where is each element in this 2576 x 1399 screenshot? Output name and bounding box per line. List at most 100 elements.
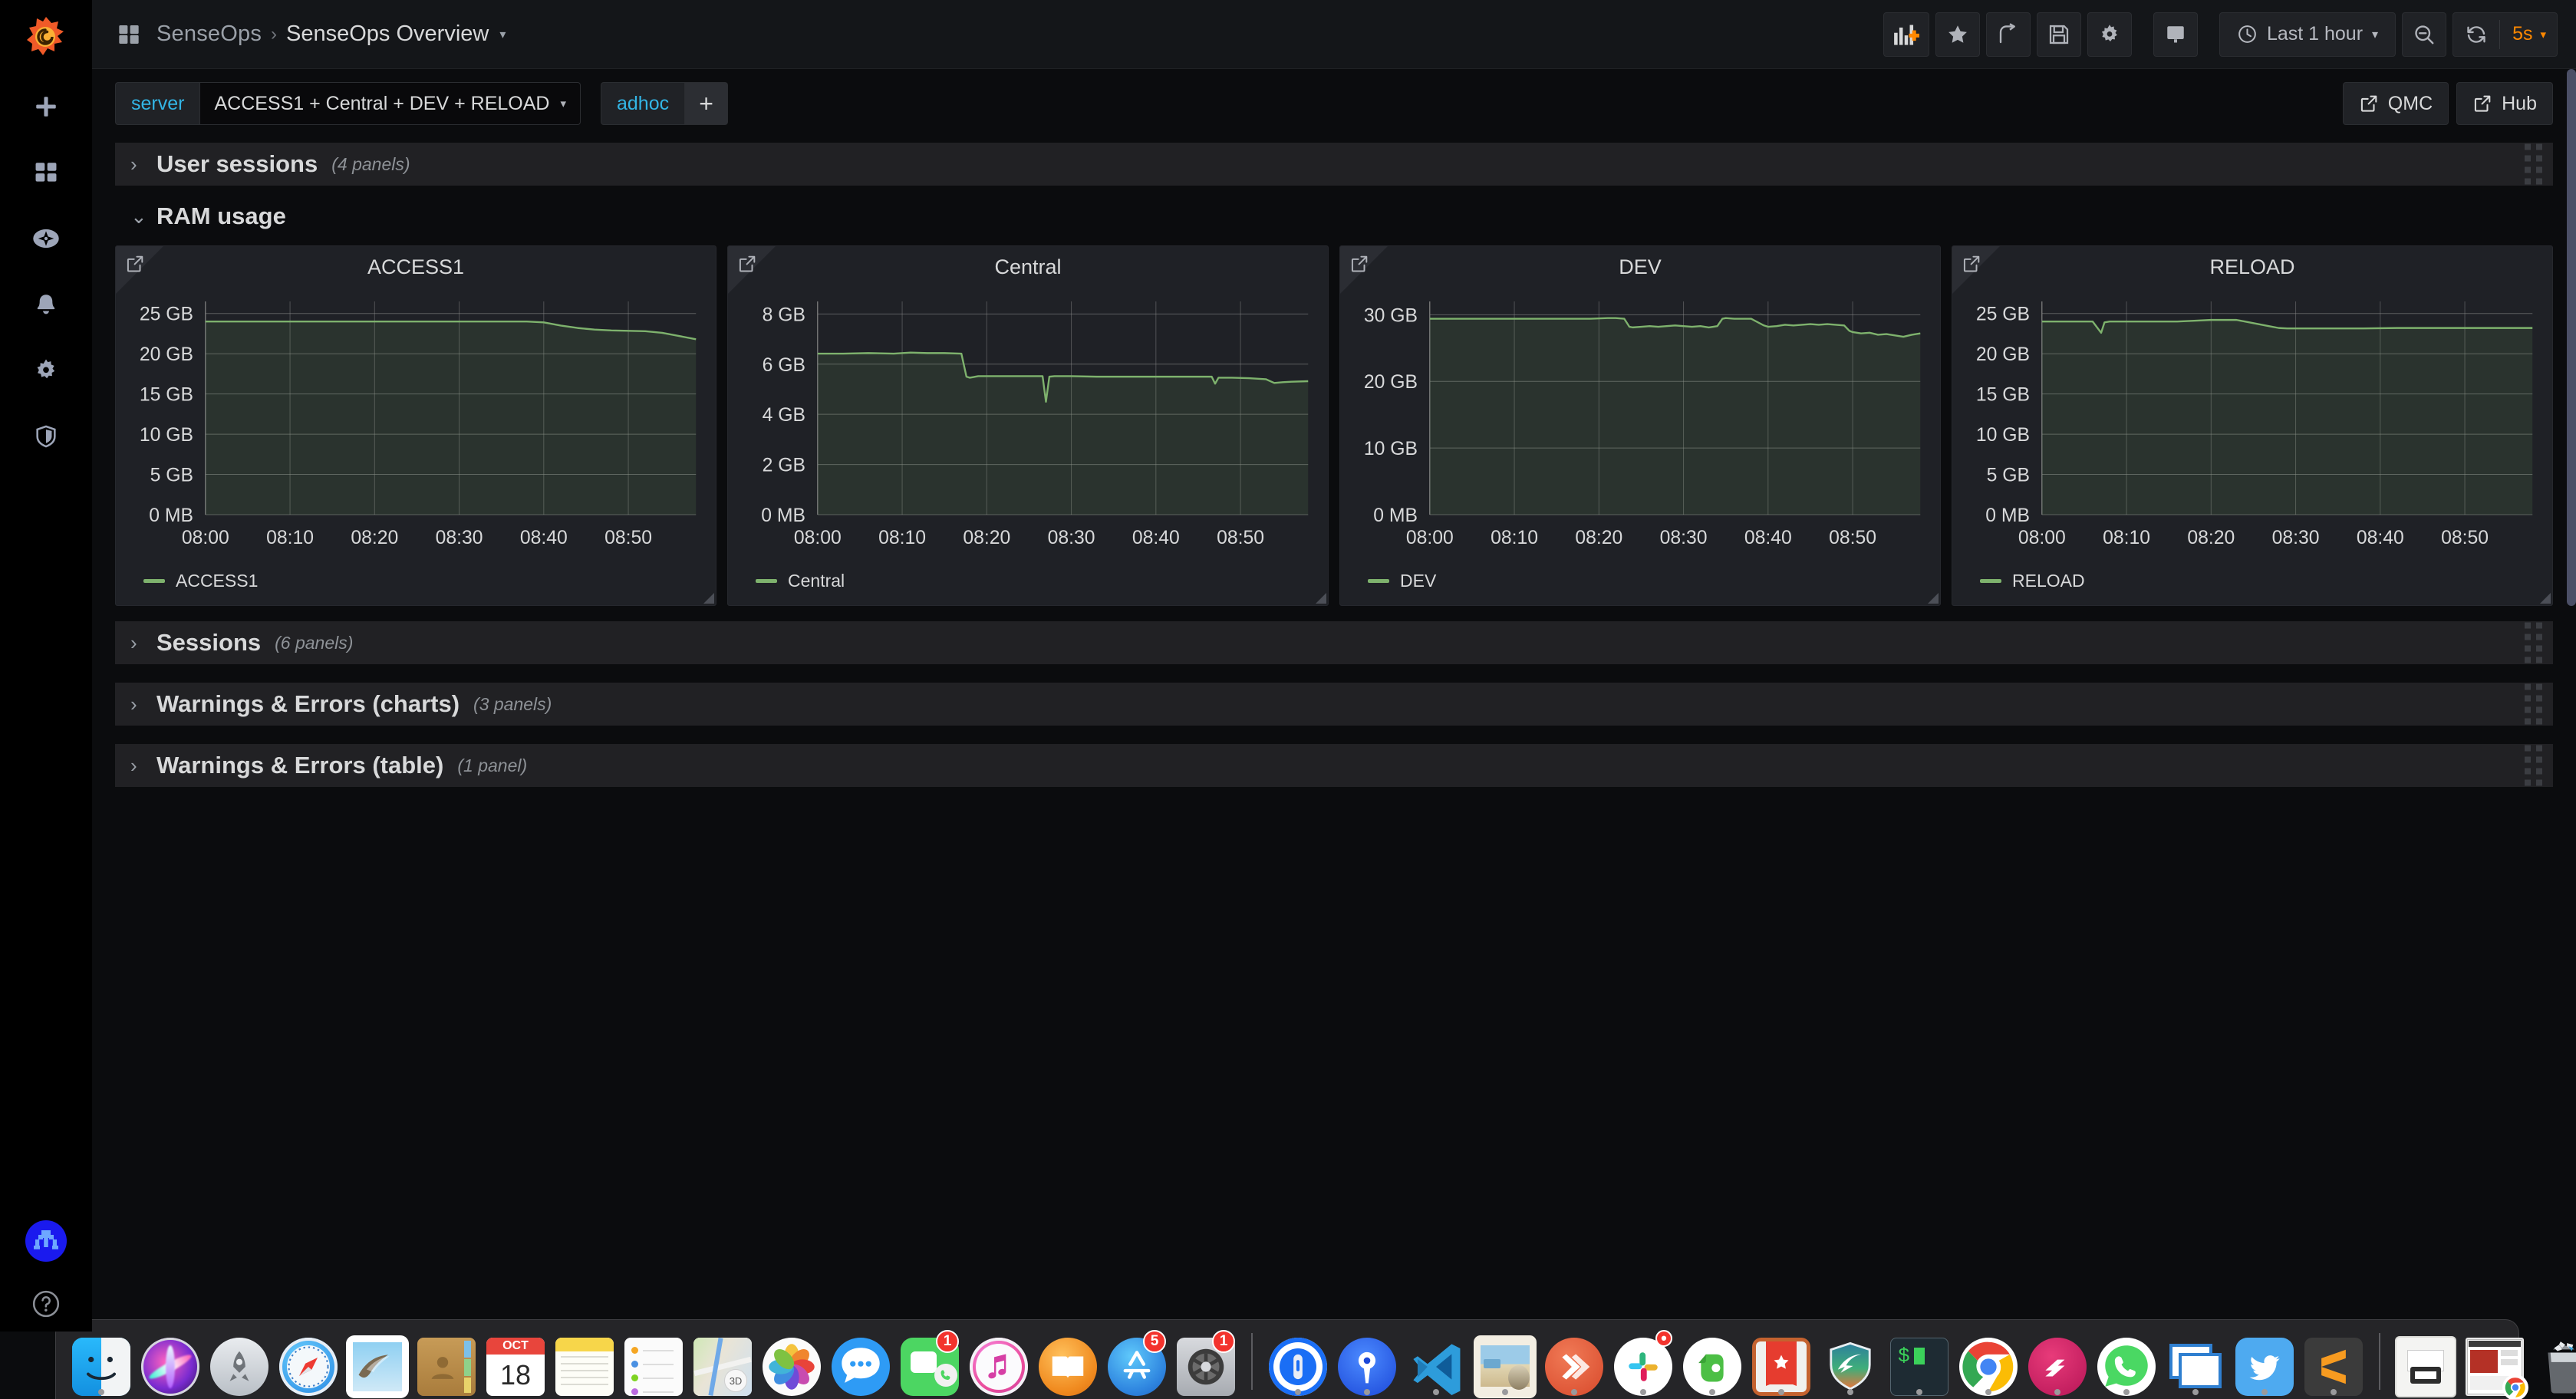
refresh-interval-picker[interactable]: 5s ▾ <box>2500 23 2557 45</box>
mark-favorite-button[interactable] <box>1935 12 1980 57</box>
central-ram-panel[interactable]: Central 0 MB 2 GB 4 GB 6 GB 8 GB 08:00 08:10 08:… <box>727 245 1329 606</box>
dock-item-downloads-stack[interactable] <box>2393 1328 2458 1396</box>
row-header-sessions[interactable]: › Sessions (6 panels) <box>115 621 2553 664</box>
row-header-user-sessions[interactable]: › User sessions (4 panels) <box>115 143 2553 186</box>
dock-item-app-store[interactable]: 5 <box>1105 1328 1169 1396</box>
panel-title[interactable]: RELOAD <box>1952 246 2552 288</box>
grafana-logo-icon[interactable] <box>0 0 92 74</box>
legend-series-label[interactable]: ACCESS1 <box>176 571 258 591</box>
dev-ram-panel[interactable]: DEV 0 MB 10 GB 20 GB 30 GB 08:00 08:10 08:20 08:… <box>1339 245 1941 606</box>
chart-area[interactable]: 0 MB 10 GB 20 GB 30 GB 08:00 08:10 08:20 08:30 0… <box>1340 288 1940 561</box>
legend-series-label[interactable]: RELOAD <box>2012 571 2085 591</box>
dashboard-grid-icon[interactable] <box>117 21 143 48</box>
dock-item-bitdefender[interactable] <box>1818 1328 1883 1396</box>
sidebar-item-explore[interactable] <box>0 206 92 272</box>
dock-item-launchpad[interactable] <box>207 1328 272 1396</box>
dock-item-contacts[interactable] <box>414 1328 479 1396</box>
row-drag-handle[interactable] <box>2525 143 2542 185</box>
external-link-icon[interactable] <box>737 254 757 278</box>
access1-ram-panel[interactable]: ACCESS1 0 MB 5 GB 10 GB 15 GB 20 GB 25 GB 08:00… <box>115 245 716 606</box>
hub-link[interactable]: Hub <box>2456 82 2553 125</box>
legend-series-label[interactable]: DEV <box>1400 571 1436 591</box>
row-drag-handle[interactable] <box>2525 622 2542 663</box>
panel-resize-handle[interactable] <box>1928 593 1939 604</box>
dock-item-terminal[interactable]: $ <box>1887 1328 1952 1396</box>
dock-item-notes[interactable] <box>552 1328 617 1396</box>
cycle-view-mode-button[interactable] <box>2153 12 2198 57</box>
sidebar-item-dashboards[interactable] <box>0 140 92 206</box>
dock-item-visual-studio-code[interactable] <box>1404 1328 1468 1396</box>
external-link-icon[interactable] <box>125 254 145 278</box>
panel-title[interactable]: Central <box>728 246 1328 288</box>
page-scrollbar[interactable] <box>2567 69 2576 606</box>
dock-item-ibooks[interactable] <box>1036 1328 1100 1396</box>
row-header-warnings-errors-table[interactable]: › Warnings & Errors (table) (1 panel) <box>115 744 2553 787</box>
dock-item-twitter[interactable] <box>2232 1328 2297 1396</box>
row-drag-handle[interactable] <box>2525 683 2542 725</box>
save-dashboard-button[interactable] <box>2036 12 2081 57</box>
help-icon[interactable] <box>31 1289 61 1322</box>
dock-item-calendar[interactable]: OCT 18 <box>483 1328 548 1396</box>
dock-running-indicator <box>1640 1389 1646 1395</box>
dock-item-siri[interactable] <box>138 1328 203 1396</box>
qmc-link[interactable]: QMC <box>2342 82 2449 125</box>
breadcrumb-folder[interactable]: SenseOps <box>156 21 262 47</box>
dock-item-minimized-chrome-window[interactable] <box>2462 1328 2528 1399</box>
variable-server-select[interactable]: ACCESS1 + Central + DEV + RELOAD ▾ <box>199 82 581 125</box>
dock-item-photos[interactable] <box>759 1328 824 1396</box>
row-drag-handle[interactable] <box>2525 745 2542 786</box>
external-link-icon[interactable] <box>1962 254 1981 278</box>
external-link-icon[interactable] <box>1349 254 1369 278</box>
dock-item-keychain[interactable] <box>1335 1328 1399 1396</box>
dock-item-mail[interactable] <box>345 1328 410 1396</box>
save-floppy-icon <box>2049 25 2069 44</box>
sidebar-item-create[interactable] <box>0 74 92 140</box>
dock-item-system-preferences[interactable]: 1 <box>1174 1328 1238 1396</box>
dock-item-facetime[interactable]: 1 <box>898 1328 962 1396</box>
zoom-out-time-button[interactable] <box>2402 12 2447 57</box>
panel-resize-handle[interactable] <box>703 593 714 604</box>
sidebar-item-server-admin[interactable] <box>0 403 92 469</box>
legend-series-label[interactable]: Central <box>788 571 845 591</box>
reload-ram-panel[interactable]: RELOAD 0 MB 5 GB 10 GB 15 GB 20 GB 25 GB 08:00 0… <box>1952 245 2553 606</box>
row-header-ram-usage[interactable]: ⌄ RAM usage <box>115 196 2553 236</box>
dock-item-google-chrome[interactable] <box>1956 1328 2021 1396</box>
dock-item-itunes[interactable] <box>967 1328 1031 1396</box>
dock-item-evernote[interactable] <box>1680 1328 1744 1396</box>
dock-item-slack[interactable]: • <box>1611 1328 1675 1396</box>
refresh-dashboard-button[interactable] <box>2453 12 2499 57</box>
dock-item-finder[interactable] <box>69 1328 133 1396</box>
panel-title[interactable]: DEV <box>1340 246 1940 288</box>
dock-item-remote-desktop[interactable] <box>1542 1328 1606 1396</box>
dock-item-preview[interactable] <box>1473 1328 1537 1396</box>
finder-icon <box>72 1338 130 1396</box>
add-adhoc-filter-button[interactable]: + <box>685 82 729 125</box>
chart-area[interactable]: 0 MB 2 GB 4 GB 6 GB 8 GB 08:00 08:10 08:20 08:30… <box>728 288 1328 561</box>
dock-item-maps[interactable]: 3D <box>690 1328 755 1396</box>
add-panel-button[interactable] <box>1883 12 1929 57</box>
dock-item-postman[interactable] <box>2025 1328 2090 1396</box>
dock-item-whatsapp[interactable] <box>2094 1328 2159 1396</box>
dock-item-safari[interactable] <box>276 1328 341 1396</box>
dock-item-1password[interactable] <box>1266 1328 1330 1396</box>
sidebar-item-alerting[interactable] <box>0 272 92 337</box>
dock-item-sublime-text[interactable] <box>2301 1328 2366 1396</box>
chart-area[interactable]: 0 MB 5 GB 10 GB 15 GB 20 GB 25 GB 08:00 08:10 08… <box>116 288 716 561</box>
chart-area[interactable]: 0 MB 5 GB 10 GB 15 GB 20 GB 25 GB 08:00 08:10 08… <box>1952 288 2552 561</box>
dashboard-settings-button[interactable] <box>2087 12 2132 57</box>
share-dashboard-button[interactable] <box>1985 12 2031 57</box>
row-header-warnings-errors-charts[interactable]: › Warnings & Errors (charts) (3 panels) <box>115 683 2553 726</box>
dock-item-screens[interactable] <box>2163 1328 2228 1396</box>
sidebar-item-configuration[interactable] <box>0 337 92 403</box>
dock-item-messages[interactable] <box>828 1328 893 1396</box>
dock-item-reminders[interactable] <box>621 1328 686 1396</box>
dock-item-trash[interactable] <box>2532 1328 2576 1396</box>
avatar[interactable] <box>25 1220 67 1262</box>
time-range-picker[interactable]: Last 1 hour ▾ <box>2219 12 2396 57</box>
page-title[interactable]: SenseOps Overview <box>286 21 489 47</box>
panel-title[interactable]: ACCESS1 <box>116 246 716 288</box>
panel-resize-handle[interactable] <box>2540 593 2551 604</box>
dock-item-wunderlist[interactable] <box>1749 1328 1813 1396</box>
panel-resize-handle[interactable] <box>1316 593 1326 604</box>
chevron-down-icon[interactable]: ▾ <box>499 27 506 42</box>
